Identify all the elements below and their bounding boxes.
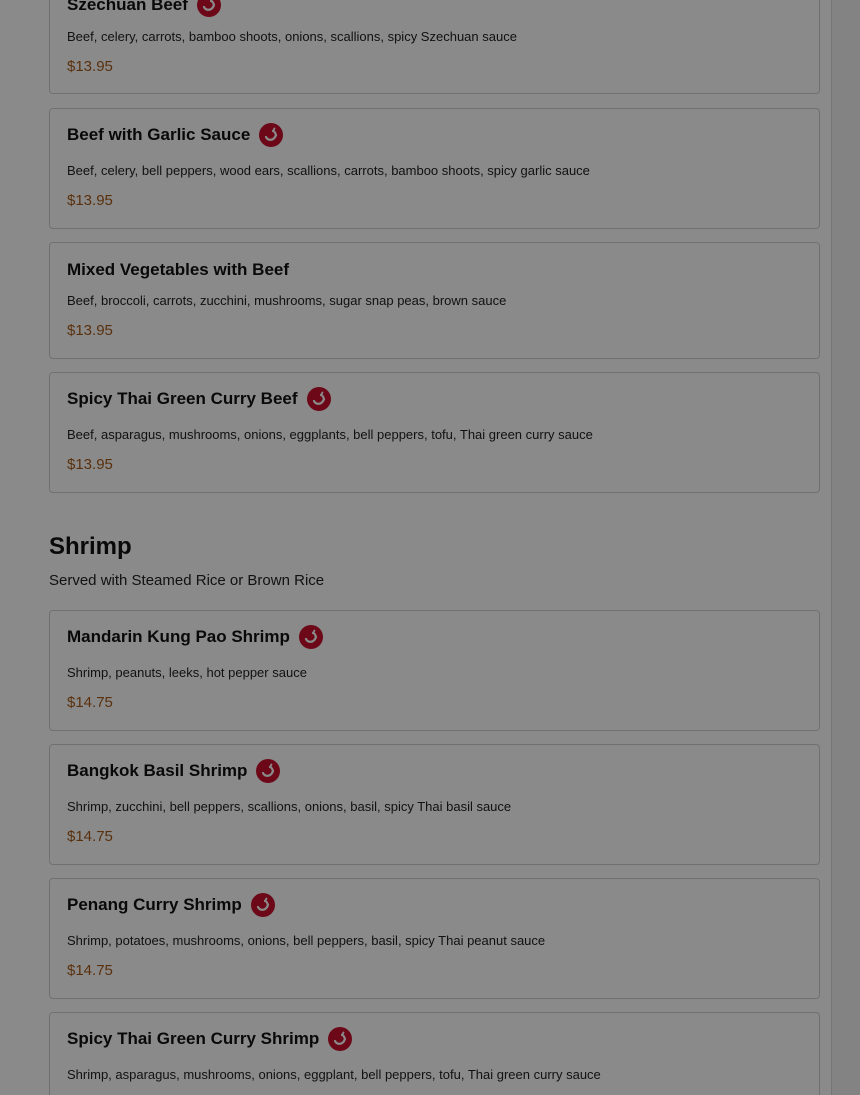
spicy-pepper-icon	[298, 625, 323, 649]
spicy-pepper-icon	[196, 0, 221, 17]
menu-item-card[interactable]: Mixed Vegetables with Beef Beef, broccol…	[49, 242, 820, 359]
menu-item-description: Beef, celery, carrots, bamboo shoots, on…	[67, 29, 517, 44]
menu-item-description: Shrimp, peanuts, leeks, hot pepper sauce	[67, 665, 307, 680]
menu-item-name: Bangkok Basil Shrimp	[67, 761, 248, 780]
menu-item-name: Penang Curry Shrimp	[67, 895, 242, 914]
menu-item-description: Shrimp, zucchini, bell peppers, scallion…	[67, 799, 512, 814]
menu-item-price: $13.95	[67, 456, 113, 473]
menu-item-card[interactable]: Bangkok Basil Shrimp Shrimp, zucchini, b…	[49, 744, 820, 865]
menu-item-name-row: Beef with Garlic Sauce	[67, 123, 284, 147]
spicy-pepper-icon	[259, 123, 284, 147]
menu-item-card[interactable]: Spicy Thai Green Curry Beef Beef, aspara…	[49, 372, 820, 493]
menu-page: Szechuan Beef Beef, celery, carrots, bam…	[0, 0, 831, 1095]
menu-item-name-row: Spicy Thai Green Curry Shrimp	[67, 1027, 353, 1051]
menu-item-name: Spicy Thai Green Curry Shrimp	[67, 1029, 320, 1048]
section-title: Shrimp	[49, 533, 132, 560]
spicy-pepper-icon	[328, 1027, 353, 1051]
menu-item-name: Mixed Vegetables with Beef	[67, 260, 290, 279]
menu-item-name-row: Spicy Thai Green Curry Beef	[67, 387, 331, 411]
menu-item-name-row: Mandarin Kung Pao Shrimp	[67, 625, 323, 649]
spicy-pepper-icon	[256, 759, 281, 783]
scrollbar-track[interactable]	[831, 0, 860, 1095]
menu-item-description: Beef, celery, bell peppers, wood ears, s…	[67, 163, 590, 178]
menu-item-name-row: Mixed Vegetables with Beef	[67, 260, 289, 280]
menu-item-price: $14.75	[67, 828, 113, 845]
menu-item-price: $14.75	[67, 962, 113, 979]
section-subtitle: Served with Steamed Rice or Brown Rice	[49, 572, 325, 589]
menu-item-price: $13.95	[67, 192, 113, 209]
menu-item-description: Beef, asparagus, mushrooms, onions, eggp…	[67, 427, 593, 442]
menu-item-price: $13.95	[67, 322, 113, 339]
menu-item-name: Mandarin Kung Pao Shrimp	[67, 627, 290, 646]
menu-item-name: Spicy Thai Green Curry Beef	[67, 389, 298, 408]
menu-item-price: $13.95	[67, 58, 113, 75]
menu-item-description: Shrimp, asparagus, mushrooms, onions, eg…	[67, 1067, 601, 1082]
menu-item-card[interactable]: Spicy Thai Green Curry Shrimp Shrimp, as…	[49, 1012, 820, 1095]
menu-item-name: Szechuan Beef	[67, 0, 188, 14]
menu-item-card[interactable]: Mandarin Kung Pao Shrimp Shrimp, peanuts…	[49, 610, 820, 731]
menu-item-card[interactable]: Beef with Garlic Sauce Beef, celery, bel…	[49, 108, 820, 229]
menu-item-card[interactable]: Szechuan Beef Beef, celery, carrots, bam…	[49, 0, 820, 94]
menu-item-name-row: Szechuan Beef	[67, 0, 221, 17]
menu-item-name-row: Bangkok Basil Shrimp	[67, 759, 281, 783]
menu-item-card[interactable]: Penang Curry Shrimp Shrimp, potatoes, mu…	[49, 878, 820, 999]
menu-item-description: Beef, broccoli, carrots, zucchini, mushr…	[67, 293, 507, 308]
menu-item-name: Beef with Garlic Sauce	[67, 125, 251, 144]
spicy-pepper-icon	[306, 387, 331, 411]
menu-item-name-row: Penang Curry Shrimp	[67, 893, 275, 917]
menu-item-description: Shrimp, potatoes, mushrooms, onions, bel…	[67, 933, 546, 948]
spicy-pepper-icon	[250, 893, 275, 917]
menu-item-price: $14.75	[67, 694, 113, 711]
